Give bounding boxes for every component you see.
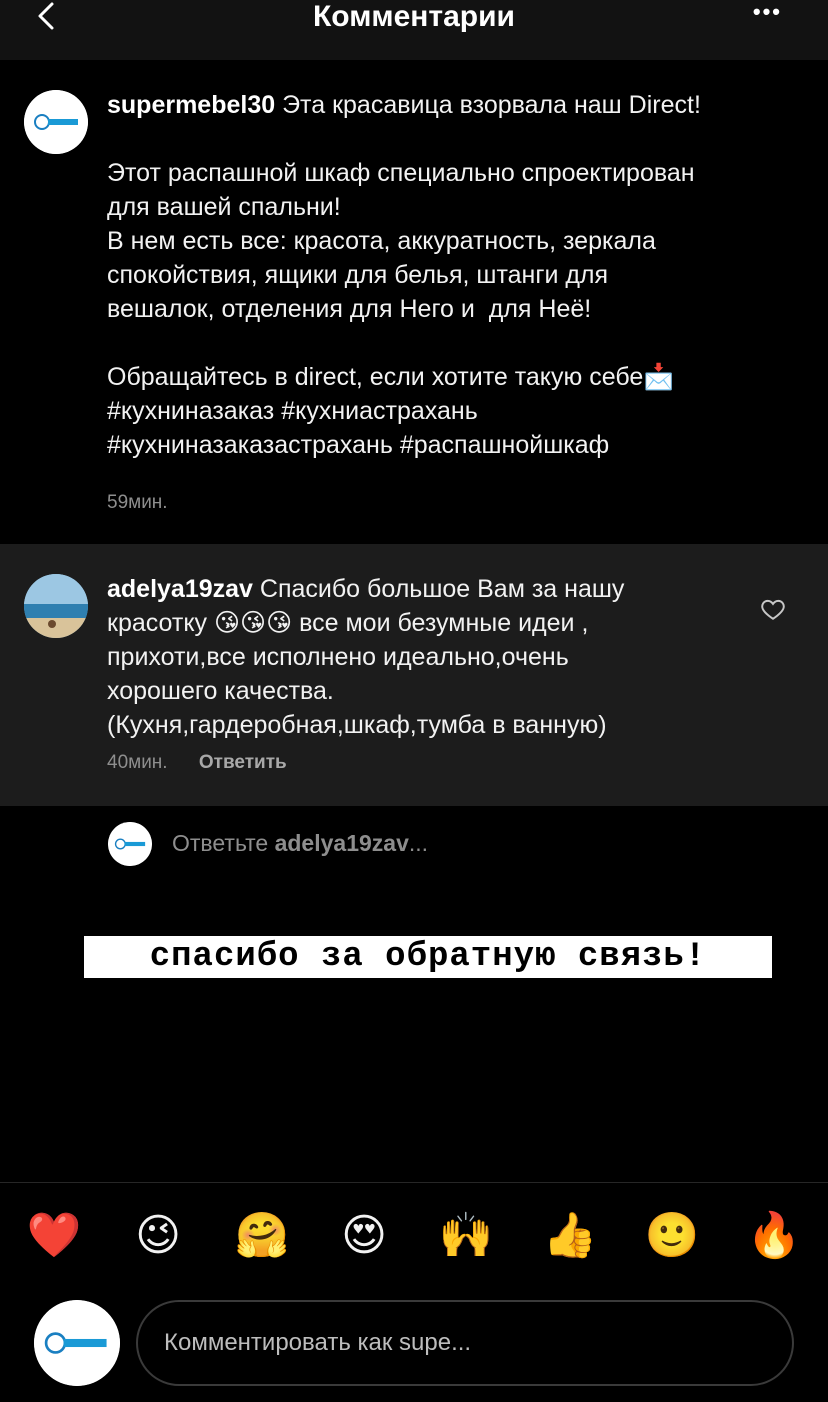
caption-time: 59мин. [107, 492, 168, 513]
raised-hands-emoji-icon[interactable]: 🙌 [438, 1206, 494, 1266]
emoji-quick-bar: ❤️ 😉 🤗 😍 🙌 👍 🙂 🔥 [0, 1206, 828, 1270]
reply-prompt[interactable]: Ответьте adelya19zav... [172, 830, 428, 857]
caption-username[interactable]: supermebel30 [107, 91, 275, 119]
avatar[interactable] [24, 574, 88, 638]
comment-input[interactable]: Комментировать как supe... [136, 1300, 794, 1386]
reply-meta: 40мин. Ответить [107, 752, 287, 774]
heart-eyes-emoji-icon[interactable]: 😍 [336, 1206, 392, 1266]
divider [0, 1182, 828, 1183]
beach-photo-avatar [24, 574, 88, 638]
reply-prompt-suffix: ... [408, 830, 429, 856]
thumbs-up-emoji-icon[interactable]: 👍 [542, 1206, 598, 1266]
wink-emoji-icon[interactable]: 😉 [130, 1206, 186, 1266]
supermebel-logo-icon [34, 1300, 120, 1386]
reply-time: 40мин. [107, 752, 168, 773]
like-heart-icon[interactable] [760, 596, 786, 622]
smile-emoji-icon[interactable]: 🙂 [644, 1206, 700, 1266]
avatar [108, 822, 152, 866]
comment-input-placeholder: Комментировать как supe... [164, 1329, 472, 1356]
fire-emoji-icon[interactable]: 🔥 [746, 1206, 802, 1266]
reply-prompt-prefix: Ответьте [172, 830, 275, 856]
heart-emoji-icon[interactable]: ❤️ [26, 1206, 82, 1266]
avatar [34, 1300, 120, 1386]
page-title: Комментарии [312, 0, 516, 33]
reply-button[interactable]: Ответить [199, 752, 287, 773]
avatar[interactable] [24, 90, 88, 154]
overlay-caption: спасибо за обратную связь! [84, 936, 772, 978]
header-bar: Комментарии ••• [0, 0, 828, 60]
more-options-icon[interactable]: ••• [753, 0, 782, 24]
highlighted-comment: adelya19zav Спасибо большое Вам за нашу … [0, 544, 828, 806]
reply-comment-text: adelya19zav Спасибо большое Вам за нашу … [107, 572, 707, 742]
reply-prompt-username: adelya19zav [274, 830, 409, 856]
hugging-emoji-icon[interactable]: 🤗 [234, 1206, 290, 1266]
supermebel-logo-icon [24, 90, 88, 154]
reply-username[interactable]: adelya19zav [107, 575, 253, 603]
caption-comment: supermebel30 Эта красавица взорвала наш … [0, 60, 828, 544]
supermebel-logo-icon [108, 822, 152, 866]
caption-comment-text: supermebel30 Эта красавица взорвала наш … [107, 88, 807, 462]
caption-body: Эта красавица взорвала наш Direct! Этот … [107, 91, 701, 459]
